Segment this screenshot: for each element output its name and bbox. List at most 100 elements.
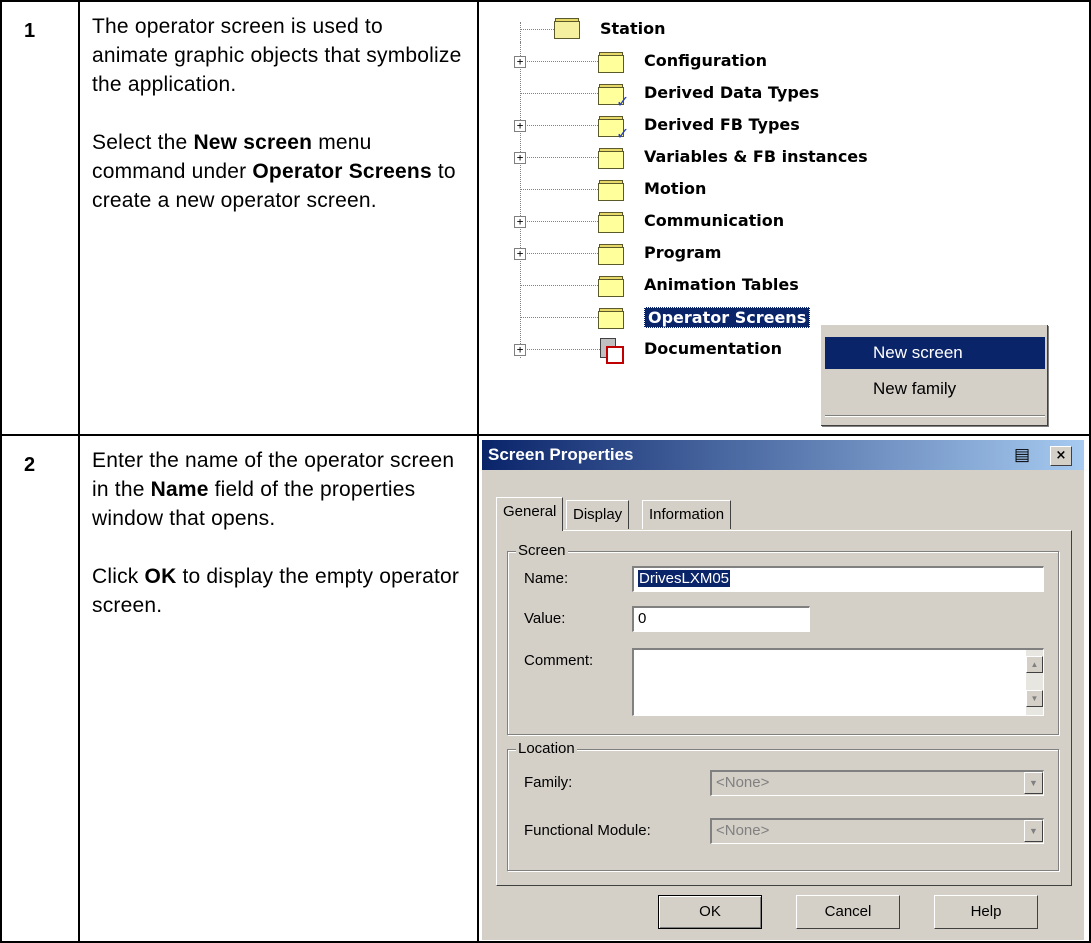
value-field[interactable]: 0 bbox=[632, 606, 810, 632]
functional-module-value: <None> bbox=[716, 822, 770, 839]
tree-connector bbox=[520, 221, 600, 222]
tree-connector bbox=[520, 189, 600, 190]
tree-item-variables-fb-instances[interactable]: + Variables & FB instances bbox=[514, 144, 874, 172]
folder-icon bbox=[598, 148, 624, 169]
context-menu: New screen New family bbox=[820, 324, 1047, 425]
group-title: Screen bbox=[516, 542, 568, 559]
tree-item-label: Operator Screens bbox=[644, 307, 811, 328]
instruction-text: Select the bbox=[92, 131, 194, 154]
tree-connector bbox=[520, 317, 600, 318]
comment-label: Comment: bbox=[524, 652, 594, 669]
name-value: DrivesLXM05 bbox=[638, 570, 731, 587]
tree-connector bbox=[520, 29, 554, 30]
functional-module-select[interactable]: <None> ▼ bbox=[710, 818, 1044, 844]
dropdown-arrow-icon[interactable]: ▼ bbox=[1024, 820, 1043, 842]
dialog-titlebar[interactable]: Screen Properties ▤ × bbox=[482, 440, 1084, 470]
instruction-paragraph: Click OK to display the empty operator s… bbox=[92, 562, 462, 620]
tree-item-program[interactable]: + Program bbox=[514, 240, 874, 268]
folder-check-icon: ✓ bbox=[598, 116, 629, 142]
menu-separator bbox=[825, 415, 1045, 417]
instruction-emphasis: Name bbox=[150, 478, 209, 501]
menu-item-new-family[interactable]: New family bbox=[825, 373, 1045, 405]
menu-item-new-screen[interactable]: New screen bbox=[825, 337, 1045, 369]
tree-item-label: Communication bbox=[644, 211, 785, 230]
tree-item-animation-tables[interactable]: Animation Tables bbox=[514, 272, 874, 300]
tree-item-label: Variables & FB instances bbox=[644, 147, 868, 166]
screen-properties-dialog: Screen Properties ▤ × General Display In… bbox=[482, 440, 1084, 940]
expand-icon[interactable]: + bbox=[514, 152, 526, 164]
group-title: Location bbox=[516, 740, 577, 757]
step-number: 2 bbox=[24, 454, 36, 476]
tree-connector bbox=[520, 125, 600, 126]
name-label: Name: bbox=[524, 570, 569, 587]
dialog-title: Screen Properties bbox=[488, 445, 634, 464]
folder-icon bbox=[598, 180, 624, 201]
step-text-cell: Enter the name of the operator screen in… bbox=[78, 434, 479, 943]
expand-icon[interactable]: + bbox=[514, 344, 526, 356]
comment-scrollbar[interactable]: ▲ ▼ bbox=[1026, 650, 1043, 715]
name-field[interactable]: DrivesLXM05 bbox=[632, 566, 1044, 592]
tree-item-communication[interactable]: + Communication bbox=[514, 208, 874, 236]
step-number-cell: 1 bbox=[0, 0, 80, 436]
instruction-emphasis: OK bbox=[144, 565, 177, 588]
tree-connector bbox=[520, 253, 600, 254]
tree-item-label: Station bbox=[600, 19, 666, 38]
instruction-paragraph: Select the New screen menu command under… bbox=[92, 128, 462, 215]
tree-item-label: Program bbox=[644, 243, 722, 262]
tree-item-derived-fb-types[interactable]: + ✓ Derived FB Types bbox=[514, 112, 874, 142]
help-button[interactable]: Help bbox=[934, 895, 1038, 929]
tree-connector bbox=[520, 285, 600, 286]
instruction-emphasis: New screen bbox=[193, 131, 313, 154]
cancel-button[interactable]: Cancel bbox=[796, 895, 900, 929]
tab-general[interactable]: General bbox=[496, 497, 564, 531]
tree-connector bbox=[520, 349, 600, 350]
step-instructions: The operator screen is used to animate g… bbox=[92, 12, 462, 244]
functional-module-label: Functional Module: bbox=[524, 822, 651, 839]
step-number-cell: 2 bbox=[0, 434, 80, 943]
screen-groupbox: Screen Name: DrivesLXM05 Value: 0 Commen… bbox=[507, 542, 1059, 735]
documentation-icon bbox=[598, 338, 624, 364]
instruction-paragraph: The operator screen is used to animate g… bbox=[92, 12, 462, 99]
step-instructions: Enter the name of the operator screen in… bbox=[92, 446, 462, 649]
folder-icon bbox=[598, 276, 624, 297]
open-folder-icon bbox=[554, 18, 580, 39]
tree-item-label: Configuration bbox=[644, 51, 768, 70]
family-select[interactable]: <None> ▼ bbox=[710, 770, 1044, 796]
tree-connector bbox=[520, 93, 600, 94]
expand-icon[interactable]: + bbox=[514, 120, 526, 132]
family-value: <None> bbox=[716, 774, 770, 791]
tree-item-label: Derived FB Types bbox=[644, 115, 800, 134]
tree-item-label: Derived Data Types bbox=[644, 83, 820, 102]
tree-item-label: Motion bbox=[644, 179, 707, 198]
tree-item-derived-data-types[interactable]: ✓ Derived Data Types bbox=[514, 80, 874, 110]
step-number: 1 bbox=[24, 20, 36, 42]
tree-item-station[interactable]: Station bbox=[520, 16, 820, 44]
print-icon[interactable]: ▤ bbox=[1012, 446, 1032, 464]
tree-item-label: Animation Tables bbox=[644, 275, 799, 294]
scroll-up-icon[interactable]: ▲ bbox=[1026, 656, 1043, 673]
tree-item-motion[interactable]: Motion bbox=[514, 176, 874, 204]
tree-connector bbox=[520, 157, 600, 158]
tab-information[interactable]: Information bbox=[642, 500, 732, 529]
value-label: Value: bbox=[524, 610, 566, 627]
expand-icon[interactable]: + bbox=[514, 216, 526, 228]
dropdown-arrow-icon[interactable]: ▼ bbox=[1024, 772, 1043, 794]
close-icon[interactable]: × bbox=[1050, 446, 1072, 466]
instruction-emphasis: Operator Screens bbox=[252, 160, 432, 183]
expand-icon[interactable]: + bbox=[514, 248, 526, 260]
tree-item-label: Documentation bbox=[644, 339, 783, 358]
instruction-text: The operator screen is used to animate g… bbox=[92, 15, 462, 96]
folder-check-icon: ✓ bbox=[598, 84, 629, 110]
instruction-text: Click bbox=[92, 565, 145, 588]
expand-icon[interactable]: + bbox=[514, 56, 526, 68]
comment-field[interactable]: ▲ ▼ bbox=[632, 648, 1044, 716]
tree-item-configuration[interactable]: + Configuration bbox=[514, 48, 874, 76]
general-tab-panel: Screen Name: DrivesLXM05 Value: 0 Commen… bbox=[496, 530, 1072, 886]
instruction-paragraph: Enter the name of the operator screen in… bbox=[92, 446, 462, 533]
family-label: Family: bbox=[524, 774, 573, 791]
scroll-down-icon[interactable]: ▼ bbox=[1026, 690, 1043, 707]
ok-button[interactable]: OK bbox=[658, 895, 762, 929]
tab-display[interactable]: Display bbox=[566, 500, 630, 529]
location-groupbox: Location Family: <None> ▼ Functional Mod… bbox=[507, 740, 1059, 871]
folder-icon bbox=[598, 52, 624, 73]
